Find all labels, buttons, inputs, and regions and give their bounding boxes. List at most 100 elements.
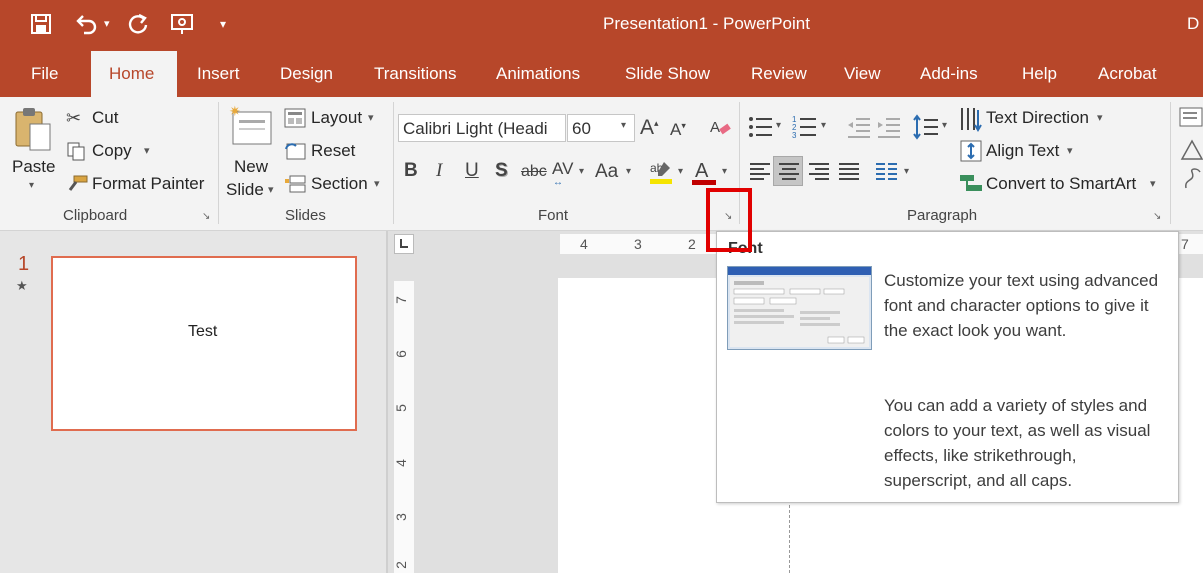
tab-help[interactable]: Help [1022,64,1057,84]
layout-button[interactable]: Layout [311,108,362,128]
convert-to-smartart-button[interactable]: Convert to SmartArt [986,174,1136,194]
paragraph-group-label: Paragraph [907,207,978,224]
text-direction-icon [958,106,984,137]
tab-transitions[interactable]: Transitions [374,64,457,84]
ruler-label: 6 [392,350,409,358]
textbox-shape-icon[interactable] [1178,106,1203,135]
numbering-icon[interactable]: 123 [792,114,818,145]
section-icon [284,174,306,199]
vertical-ruler[interactable] [394,281,414,573]
change-case-dropdown-icon[interactable]: ▾ [626,166,631,177]
svg-text:A: A [695,160,709,182]
save-icon[interactable] [30,13,52,39]
line-spacing-dropdown-icon[interactable]: ▾ [942,120,947,131]
increase-indent-icon[interactable] [876,114,902,145]
paragraph-launcher-icon[interactable]: ↘ [1153,211,1161,222]
slide-thumbnail[interactable] [51,256,357,431]
align-text-dropdown-icon[interactable]: ▾ [1067,144,1073,157]
paste-icon[interactable] [14,106,54,157]
placeholder-border [789,500,790,573]
account-initial[interactable]: D [1187,14,1199,34]
justify-icon[interactable] [837,160,861,189]
grow-font-icon[interactable]: A▴ [640,116,659,140]
bold-button[interactable]: B [404,160,418,182]
section-button[interactable]: Section [311,174,368,194]
tab-selector-icon[interactable] [394,234,414,254]
animation-star-icon: ★ [16,278,28,293]
tab-file[interactable]: File [31,64,58,84]
tab-home[interactable]: Home [109,64,154,84]
ruler-label: 7 [1181,236,1189,252]
decrease-indent-icon[interactable] [846,114,872,145]
clipboard-group-label: Clipboard [63,207,128,224]
separator [218,102,219,224]
presenter-icon[interactable] [170,12,196,40]
ruler-label: 5 [392,404,409,412]
align-text-button[interactable]: Align Text [986,141,1059,161]
ruler-label: 2 [688,236,696,252]
tab-add-ins[interactable]: Add-ins [920,64,978,84]
new-slide-label-2[interactable]: Slide [226,180,264,200]
line-spacing-icon[interactable] [913,114,941,145]
cut-button[interactable]: Cut [92,108,118,128]
font-color-dropdown-icon[interactable]: ▾ [722,166,727,177]
bullets-icon[interactable] [748,114,774,145]
shadow-button[interactable]: S [495,160,508,182]
text-direction-button[interactable]: Text Direction [986,108,1089,128]
align-left-icon[interactable] [748,160,772,189]
align-text-icon [958,139,984,168]
tab-slide-show[interactable]: Slide Show [625,64,710,84]
align-right-icon[interactable] [807,160,831,189]
repeat-icon[interactable] [126,12,150,40]
tab-view[interactable]: View [844,64,881,84]
tab-review[interactable]: Review [751,64,807,84]
undo-dropdown-icon[interactable]: ▾ [104,14,110,34]
tab-design[interactable]: Design [280,64,333,84]
clipboard-launcher-icon[interactable]: ↘ [202,211,210,222]
italic-button[interactable]: I [436,160,442,182]
text-direction-dropdown-icon[interactable]: ▾ [1097,111,1103,124]
freeform-shape-icon[interactable] [1182,166,1203,197]
spacing-arrow-icon: ↔ [553,177,563,188]
copy-button[interactable]: Copy [92,141,132,161]
highlight-dropdown-icon[interactable]: ▾ [678,166,683,177]
svg-text:3: 3 [792,131,797,140]
layout-dropdown-icon[interactable]: ▾ [368,111,374,124]
columns-dropdown-icon[interactable]: ▾ [904,166,909,177]
shrink-font-icon[interactable]: A▾ [670,120,686,140]
tab-acrobat[interactable]: Acrobat [1098,64,1157,84]
columns-icon[interactable] [874,160,900,189]
change-case-button[interactable]: Aa [595,161,618,183]
tab-animations[interactable]: Animations [496,64,580,84]
clear-formatting-icon[interactable]: A [710,117,732,142]
spacing-dropdown-icon[interactable]: ▾ [579,166,584,177]
font-size-dropdown-icon[interactable]: ▾ [621,120,626,131]
smartart-dropdown-icon[interactable]: ▾ [1150,177,1156,190]
section-dropdown-icon[interactable]: ▾ [374,177,380,190]
character-spacing-button[interactable]: AV [552,159,573,179]
triangle-shape-icon[interactable] [1180,138,1203,167]
numbering-dropdown-icon[interactable]: ▾ [821,120,826,131]
ruler-label: 4 [392,459,409,467]
copy-dropdown-icon[interactable]: ▾ [144,144,150,157]
highlight-color-icon[interactable]: ab [648,158,676,191]
tab-insert[interactable]: Insert [197,64,240,84]
reset-button[interactable]: Reset [311,141,355,161]
new-slide-label-1[interactable]: New [234,157,268,177]
paste-button[interactable]: Paste [12,157,55,177]
format-painter-button[interactable]: Format Painter [92,174,204,194]
ruler-label: 3 [392,513,409,521]
font-name-field[interactable]: Calibri Light (Headi [398,114,566,142]
bullets-dropdown-icon[interactable]: ▾ [776,120,781,131]
separator [1170,102,1171,224]
strikethrough-button[interactable]: abc [521,163,547,181]
font-color-icon[interactable]: A [692,158,718,191]
customize-qat-icon[interactable]: ▾ [220,14,226,34]
undo-icon[interactable] [74,12,98,40]
layout-icon [284,108,306,133]
new-slide-icon[interactable]: ✷ [229,103,275,153]
new-slide-dropdown-icon[interactable]: ▾ [268,183,274,196]
underline-button[interactable]: U [465,160,479,182]
separator [393,102,394,224]
paste-dropdown-icon[interactable]: ▾ [29,180,34,191]
